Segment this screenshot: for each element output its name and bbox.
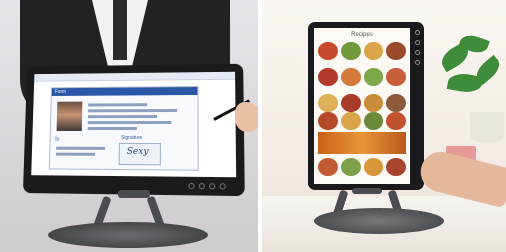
tablet-button xyxy=(415,60,420,65)
food-photo xyxy=(386,94,406,112)
food-photo xyxy=(318,68,338,86)
stand-base xyxy=(48,222,208,248)
form-field xyxy=(87,120,172,125)
signature-heading: Signature xyxy=(120,134,143,141)
food-photo xyxy=(363,68,384,86)
form-field xyxy=(87,115,158,119)
tablet-button xyxy=(415,40,420,45)
hand-holding-stylus xyxy=(235,102,258,132)
food-banner xyxy=(318,132,406,154)
food-photo xyxy=(363,94,384,112)
tablet-button xyxy=(188,182,195,190)
form-field xyxy=(55,152,96,156)
to-label: To xyxy=(54,136,60,143)
food-photo xyxy=(363,112,384,130)
food-photo xyxy=(340,158,361,176)
window-toolbar xyxy=(34,71,236,82)
food-photo xyxy=(340,42,361,60)
left-photo: Form To Signature Sexy xyxy=(0,0,258,252)
dark-tie xyxy=(113,0,127,60)
stand-hinge xyxy=(352,188,382,194)
food-photo xyxy=(318,158,338,176)
food-photo xyxy=(386,158,406,176)
form-field xyxy=(88,109,178,113)
tablet-portrait: Recipes xyxy=(308,22,424,190)
id-photo xyxy=(56,101,83,131)
food-photo xyxy=(340,112,361,130)
form-card: Form To Signature Sexy xyxy=(48,86,199,171)
stand-hinge xyxy=(118,190,150,198)
food-photo xyxy=(386,42,406,60)
tablet-button xyxy=(219,183,226,190)
food-photo xyxy=(386,112,406,130)
food-photo xyxy=(386,68,406,86)
tablet-landscape: Form To Signature Sexy xyxy=(22,63,245,197)
recipes-heading: Recipes xyxy=(351,32,373,38)
house-plant xyxy=(430,28,506,138)
tablet-screen-recipes: Recipes xyxy=(314,28,410,184)
tablet-button xyxy=(198,183,205,190)
form-field xyxy=(56,146,106,150)
food-photo xyxy=(318,42,338,60)
tablet-screen-form: Form To Signature Sexy xyxy=(31,71,237,178)
stand-base xyxy=(314,208,444,234)
food-photo xyxy=(318,94,338,112)
form-field xyxy=(87,127,137,130)
signature-text: Sexy xyxy=(126,146,149,158)
tablet-button xyxy=(415,30,420,35)
food-photo xyxy=(363,158,384,176)
food-photo xyxy=(318,112,338,130)
food-photo xyxy=(340,68,361,86)
tablet-button xyxy=(415,50,420,55)
form-field xyxy=(88,103,148,107)
tablet-button xyxy=(209,183,216,190)
product-photo-collage: Form To Signature Sexy Recipes xyxy=(0,0,506,252)
food-photo xyxy=(363,42,384,60)
form-heading: Form xyxy=(51,87,198,96)
food-photo xyxy=(340,94,361,112)
